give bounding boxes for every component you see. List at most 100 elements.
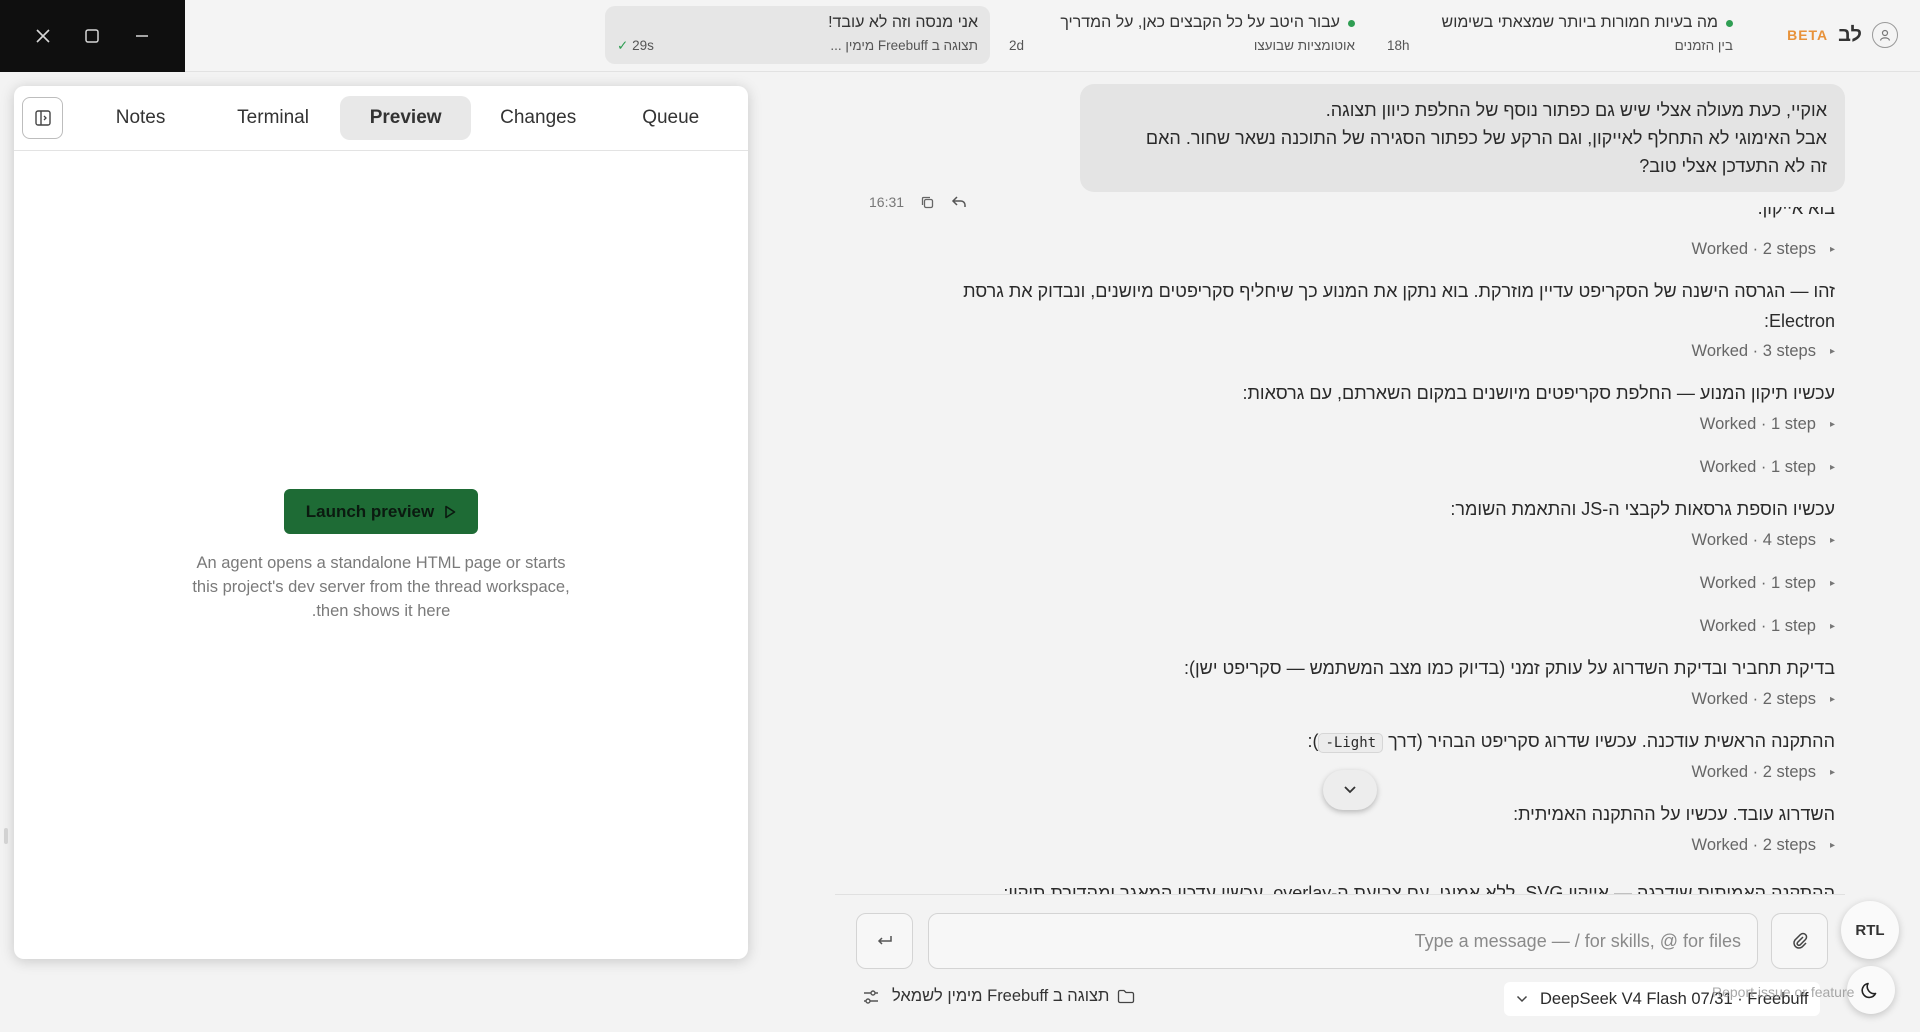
worked-label: Worked · 4 steps [1691,531,1816,549]
check-icon: ✓ [617,38,629,53]
brand: BETA לב [1787,22,1898,48]
message-line: עכשיו הוספת גרסאות לקבצי ה-JS והתאמת השו… [1450,499,1835,519]
worked-steps-toggle[interactable]: Worked · 2 steps ▸ [1692,240,1835,259]
worked-steps-toggle[interactable]: Worked · 2 steps ▸ [1692,763,1835,782]
chevron-down-icon [1516,995,1528,1003]
caret-right-icon: ▸ [1829,840,1835,851]
tab-subtitle: אוטומציות שבועצו [1253,38,1355,53]
divider [835,894,1845,895]
message-time: 16:31 [869,194,905,210]
caret-right-icon: ▸ [1829,535,1835,546]
worked-label: Worked · 2 steps [1691,836,1816,854]
attach-button[interactable] [1771,913,1828,969]
caret-right-icon: ▸ [1829,621,1835,632]
message-line: אוקיי, כעת מעולה אצלי שיש גם כפתור נוסף … [1325,100,1827,120]
assistant-message: בדיקת תחביר ובדיקת השדרוג על עותק זמני (… [1184,653,1835,683]
message-meta: 16:31 [869,194,967,210]
caret-right-icon: ▸ [1829,694,1835,705]
preview-description: An agent opens a standalone HTML page or… [171,551,591,623]
side-panel: Notes Terminal Preview Changes Queue Lau… [14,86,748,959]
panel-tabs: Notes Terminal Preview Changes Queue [14,86,748,151]
thread-tab[interactable]: מה בעיות חמורות ביותר שמצאתי בשימוש בין … [1375,6,1745,64]
worked-steps-toggle[interactable]: Worked · 1 step ▸ [1700,574,1835,593]
play-icon [444,505,456,519]
tab-terminal[interactable]: Terminal [208,96,339,140]
assistant-message: ההתקנה הראשית עודכנה. עכשיו שדרוג סקריפט… [1307,726,1835,758]
message-text: בוא אייקון. [1757,207,1835,218]
user-message: אוקיי, כעת מעולה אצלי שיש גם כפתור נוסף … [1080,84,1845,192]
caret-right-icon: ▸ [1829,346,1835,357]
status-dot [1348,19,1355,27]
worked-steps-toggle[interactable]: Worked · 2 steps ▸ [1692,690,1835,709]
direction-toggle-button[interactable]: RTL [1841,901,1899,959]
tab-changes[interactable]: Changes [473,96,604,140]
worked-label: Worked · 1 step [1699,458,1816,476]
worked-label: Worked · 1 step [1699,415,1816,433]
thread-tab[interactable]: עבור היטב על כל הקבצים כאן, על המדריך או… [997,6,1367,64]
description-line: An agent opens a standalone HTML page or… [196,554,566,572]
assistant-message: עכשיו הוספת גרסאות לקבצי ה-JS והתאמת השו… [1450,494,1835,524]
message-line: עכשיו תיקון המנוע — החלפת סקריפטים מיושנ… [1242,383,1835,403]
description-line: .then shows it here [311,602,451,620]
folder-label: תצוגה ב Freebuff מימין לשמאל [892,987,1110,1005]
reply-icon[interactable] [951,195,967,209]
worked-steps-toggle[interactable]: Worked · 2 steps ▸ [1692,836,1835,855]
enter-icon [877,936,892,945]
worked-steps-toggle[interactable]: Worked · 1 step ▸ [1700,415,1835,434]
report-issue-link[interactable]: Report issue or feature [1712,984,1854,1000]
worked-label: Worked · 2 steps [1691,763,1816,781]
message-line: Electron: [1763,311,1835,331]
message-line: אבל האימוגי לא התחלף לאייקון, וגם הרקע ש… [1145,128,1827,148]
caret-right-icon: ▸ [1829,767,1835,778]
status-dot [1726,19,1733,27]
send-button[interactable] [856,913,913,969]
sliders-icon[interactable] [862,988,880,1006]
message-text: ההתקנה האמיתית שודרגה — אייקון SVG, ללא … [1003,883,1835,894]
message-text: ): [1307,731,1319,751]
caret-right-icon: ▸ [1829,578,1835,589]
folder-icon [1117,989,1135,1004]
assistant-message: השדרוג עובד. עכשיו על ההתקנה האמיתית: [1513,799,1835,829]
scroll-down-button[interactable] [1323,770,1377,810]
description-line: this project's dev server from the threa… [192,578,570,596]
maximize-icon[interactable] [75,19,109,53]
tab-queue[interactable]: Queue [605,96,736,140]
tab-title: מה בעיות חמורות ביותר שמצאתי בשימוש [1441,14,1718,31]
brand-name: לב [1838,23,1862,46]
worked-steps-toggle[interactable]: Worked · 1 step ▸ [1700,458,1835,477]
moon-icon [1861,982,1877,999]
message-line: זה לא התעדכן אצלי טוב? [1639,156,1827,176]
panel-toggle-icon[interactable] [22,97,64,139]
message-line: בדיקת תחביר ובדיקת השדרוג על עותק זמני (… [1184,658,1835,678]
assistant-message: ההתקנה האמיתית שודרגה — אייקון SVG, ללא … [1003,878,1835,894]
copy-icon[interactable] [920,195,935,210]
launch-preview-button[interactable]: Launch preview [283,489,479,534]
beta-badge: BETA [1787,27,1829,43]
caret-right-icon: ▸ [1829,244,1835,255]
assistant-message: זהו — הגרסה הישנה של הסקריפט עדיין מוזרק… [963,276,1835,336]
message-input[interactable] [928,913,1758,969]
minimize-icon[interactable] [125,19,159,53]
thread-tab[interactable]: אני מנסה וזה לא עובד! תצוגה ב Freebuff מ… [605,6,990,64]
caret-right-icon: ▸ [1829,419,1835,430]
worked-steps-toggle[interactable]: Worked · 3 steps ▸ [1692,342,1835,361]
worked-label: Worked · 1 step [1699,617,1816,635]
user-icon[interactable] [1872,22,1898,48]
edge-resize-handle[interactable] [4,828,8,844]
tab-time: 29s [632,38,654,53]
chevron-down-icon [1344,786,1356,794]
worked-steps-toggle[interactable]: Worked · 1 step ▸ [1700,617,1835,636]
tab-notes[interactable]: Notes [75,96,206,140]
tab-subtitle: תצוגה ב Freebuff מימין ... [830,38,978,53]
worked-label: Worked · 2 steps [1691,690,1816,708]
preview-empty-state: Launch preview An agent opens a standalo… [14,489,748,623]
worked-steps-toggle[interactable]: Worked · 4 steps ▸ [1692,531,1835,550]
tab-time: 18h [1387,38,1410,53]
close-icon[interactable] [26,19,60,53]
inline-code: -Light [1318,733,1384,753]
tab-preview[interactable]: Preview [340,96,471,140]
assistant-message: עכשיו תיקון המנוע — החלפת סקריפטים מיושנ… [1242,378,1835,408]
workspace-folder[interactable]: תצוגה ב Freebuff מימין לשמאל [892,987,1135,1006]
paperclip-icon [1792,932,1807,949]
message-line: השדרוג עובד. עכשיו על ההתקנה האמיתית: [1513,804,1835,824]
